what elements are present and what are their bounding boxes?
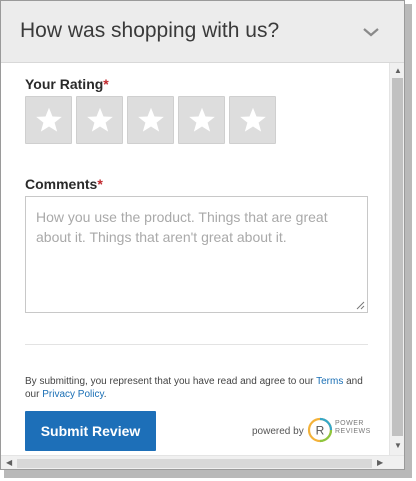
star-icon [87,107,113,132]
resize-grip-icon[interactable] [356,301,365,310]
horizontal-scroll-thumb[interactable] [17,459,372,468]
horizontal-scrollbar[interactable]: ◀ ▶ [1,455,404,469]
review-panel: How was shopping with us? Your Rating* C… [0,0,405,470]
star-icon [36,107,62,132]
star-icon [138,107,164,132]
comments-textarea[interactable]: How you use the product. Things that are… [25,196,368,313]
power-reviews-logo-letter: R [316,424,325,438]
disclaimer-prefix: By submitting, you represent that you ha… [25,376,317,387]
star-4-button[interactable] [178,96,225,144]
rating-label-text: Your Rating [25,76,104,92]
scroll-down-icon[interactable]: ▼ [394,442,402,450]
submit-review-button[interactable]: Submit Review [25,411,156,451]
panel-title: How was shopping with us? [20,19,280,42]
star-icon [189,107,215,132]
vertical-scrollbar[interactable]: ▲ ▼ [389,63,404,455]
vertical-scroll-thumb[interactable] [392,78,403,436]
wordmark-line-2: REVIEWS [335,428,371,435]
star-icon [240,107,266,132]
power-reviews-wordmark: POWER REVIEWS [335,420,371,436]
terms-link[interactable]: Terms [316,376,343,387]
star-2-button[interactable] [76,96,123,144]
chevron-down-icon[interactable] [361,25,381,39]
scroll-left-icon[interactable]: ◀ [6,459,12,467]
comments-label-text: Comments [25,176,98,192]
required-mark: * [97,176,103,192]
scroll-up-icon[interactable]: ▲ [394,67,402,75]
privacy-policy-link[interactable]: Privacy Policy [42,389,104,400]
star-5-button[interactable] [229,96,276,144]
disclaimer-text: By submitting, you represent that you ha… [25,375,375,401]
star-1-button[interactable] [25,96,72,144]
divider [25,344,368,345]
required-mark: * [103,76,109,92]
comments-placeholder: How you use the product. Things that are… [36,209,328,245]
star-3-button[interactable] [127,96,174,144]
rating-label: Your Rating* [25,76,109,92]
powered-by-text: powered by [252,426,304,437]
review-form: Your Rating* Comments* How you use the p [1,63,389,455]
power-reviews-logo-icon[interactable]: R [307,417,333,443]
comments-label: Comments* [25,176,103,192]
scroll-right-icon[interactable]: ▶ [377,459,383,467]
panel-header[interactable]: How was shopping with us? [1,1,404,63]
wordmark-line-1: POWER [335,420,364,427]
disclaimer-suffix: . [103,389,107,400]
